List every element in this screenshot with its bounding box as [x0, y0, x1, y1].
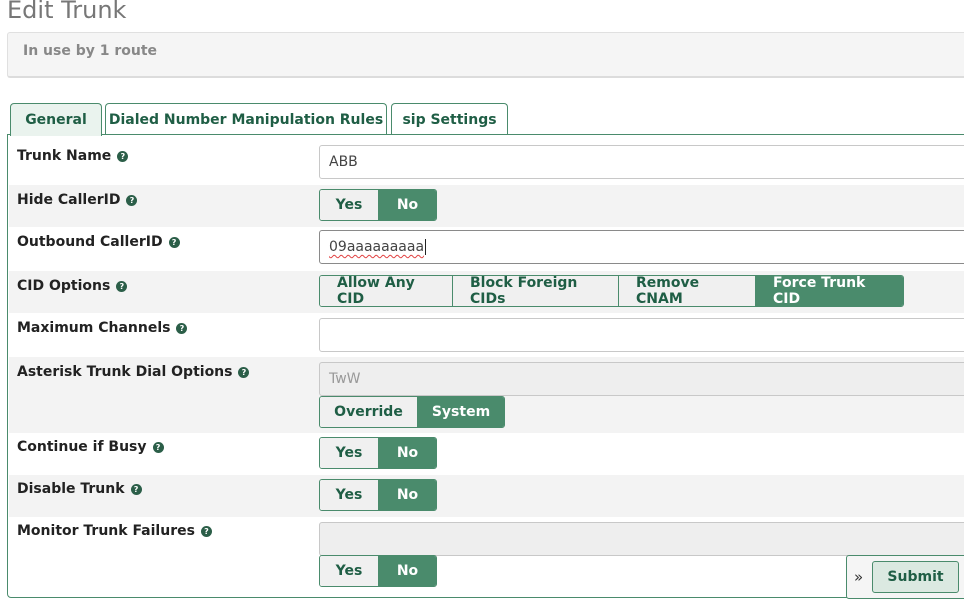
monitor-failures-no[interactable]: No: [379, 556, 436, 586]
continue-if-busy-yes[interactable]: Yes: [320, 438, 379, 468]
trunk-name-input[interactable]: ABB: [319, 145, 964, 179]
hide-callerid-toggle: Yes No: [319, 189, 437, 221]
cid-force-trunk[interactable]: Force Trunk CID: [756, 276, 903, 306]
monitor-failures-label: Monitor Trunk Failures ?: [17, 523, 212, 539]
dial-options-system[interactable]: System: [418, 397, 504, 427]
disable-trunk-toggle: Yes No: [319, 479, 437, 511]
help-icon[interactable]: ?: [168, 236, 180, 248]
disable-trunk-yes[interactable]: Yes: [320, 480, 379, 510]
usage-text: In use by 1 route: [23, 43, 158, 59]
tab-sip-settings[interactable]: sip Settings: [391, 103, 508, 135]
row-dial-options: Asterisk Trunk Dial Options ? TwW Overri…: [9, 357, 964, 433]
dial-options-label: Asterisk Trunk Dial Options ?: [17, 364, 250, 380]
outbound-callerid-label: Outbound CallerID ?: [17, 234, 180, 250]
dial-options-override[interactable]: Override: [320, 397, 418, 427]
usage-notice: In use by 1 route: [7, 32, 964, 78]
action-bar: » Submit: [846, 555, 964, 599]
max-channels-input[interactable]: [319, 318, 964, 352]
outbound-callerid-input[interactable]: 09aaaaaaaaa: [319, 230, 964, 264]
disable-trunk-label: Disable Trunk ?: [17, 481, 142, 497]
dial-options-input[interactable]: TwW: [319, 362, 964, 396]
continue-if-busy-no[interactable]: No: [379, 438, 436, 468]
monitor-failures-toggle: Yes No: [319, 555, 437, 587]
dial-options-toggle: Override System: [319, 396, 505, 428]
hide-callerid-yes[interactable]: Yes: [320, 190, 379, 220]
row-hide-callerid: Hide CallerID ? Yes No: [9, 185, 964, 227]
trunk-name-label: Trunk Name ?: [17, 148, 129, 164]
row-max-channels: Maximum Channels ?: [9, 313, 964, 357]
cid-remove-cnam[interactable]: Remove CNAM: [619, 276, 756, 306]
row-outbound-callerid: Outbound CallerID ? 09aaaaaaaaa: [9, 227, 964, 271]
cid-allow-any[interactable]: Allow Any CID: [320, 276, 453, 306]
help-icon[interactable]: ?: [200, 525, 212, 537]
submit-button[interactable]: Submit: [872, 561, 959, 593]
general-panel: Trunk Name ? ABB Hide CallerID ? Yes No …: [7, 134, 964, 598]
monitor-failures-input[interactable]: [319, 522, 964, 556]
cid-options-label: CID Options ?: [17, 278, 128, 294]
row-continue-if-busy: Continue if Busy ? Yes No: [9, 433, 964, 475]
help-icon[interactable]: ?: [126, 194, 138, 206]
cid-block-foreign[interactable]: Block Foreign CIDs: [453, 276, 619, 306]
continue-if-busy-toggle: Yes No: [319, 437, 437, 469]
monitor-failures-yes[interactable]: Yes: [320, 556, 379, 586]
help-icon[interactable]: ?: [116, 280, 128, 292]
page-title: Edit Trunk: [7, 0, 127, 24]
cid-options-toggle: Allow Any CID Block Foreign CIDs Remove …: [319, 275, 904, 307]
tab-dialed-number-rules[interactable]: Dialed Number Manipulation Rules: [105, 103, 387, 135]
help-icon[interactable]: ?: [117, 150, 129, 162]
row-monitor-failures: Monitor Trunk Failures ? Yes No: [9, 517, 964, 597]
help-icon[interactable]: ?: [130, 483, 142, 495]
row-disable-trunk: Disable Trunk ? Yes No: [9, 475, 964, 517]
hide-callerid-no[interactable]: No: [379, 190, 436, 220]
double-chevron-right-icon[interactable]: »: [854, 568, 863, 586]
tab-general[interactable]: General: [10, 103, 102, 136]
help-icon[interactable]: ?: [152, 441, 164, 453]
text-caret: [425, 239, 427, 255]
help-icon[interactable]: ?: [238, 366, 250, 378]
hide-callerid-label: Hide CallerID ?: [17, 192, 138, 208]
help-icon[interactable]: ?: [176, 322, 188, 334]
row-trunk-name: Trunk Name ? ABB: [9, 135, 964, 185]
disable-trunk-no[interactable]: No: [379, 480, 436, 510]
max-channels-label: Maximum Channels ?: [17, 320, 188, 336]
row-cid-options: CID Options ? Allow Any CID Block Foreig…: [9, 271, 964, 313]
continue-if-busy-label: Continue if Busy ?: [17, 439, 164, 455]
